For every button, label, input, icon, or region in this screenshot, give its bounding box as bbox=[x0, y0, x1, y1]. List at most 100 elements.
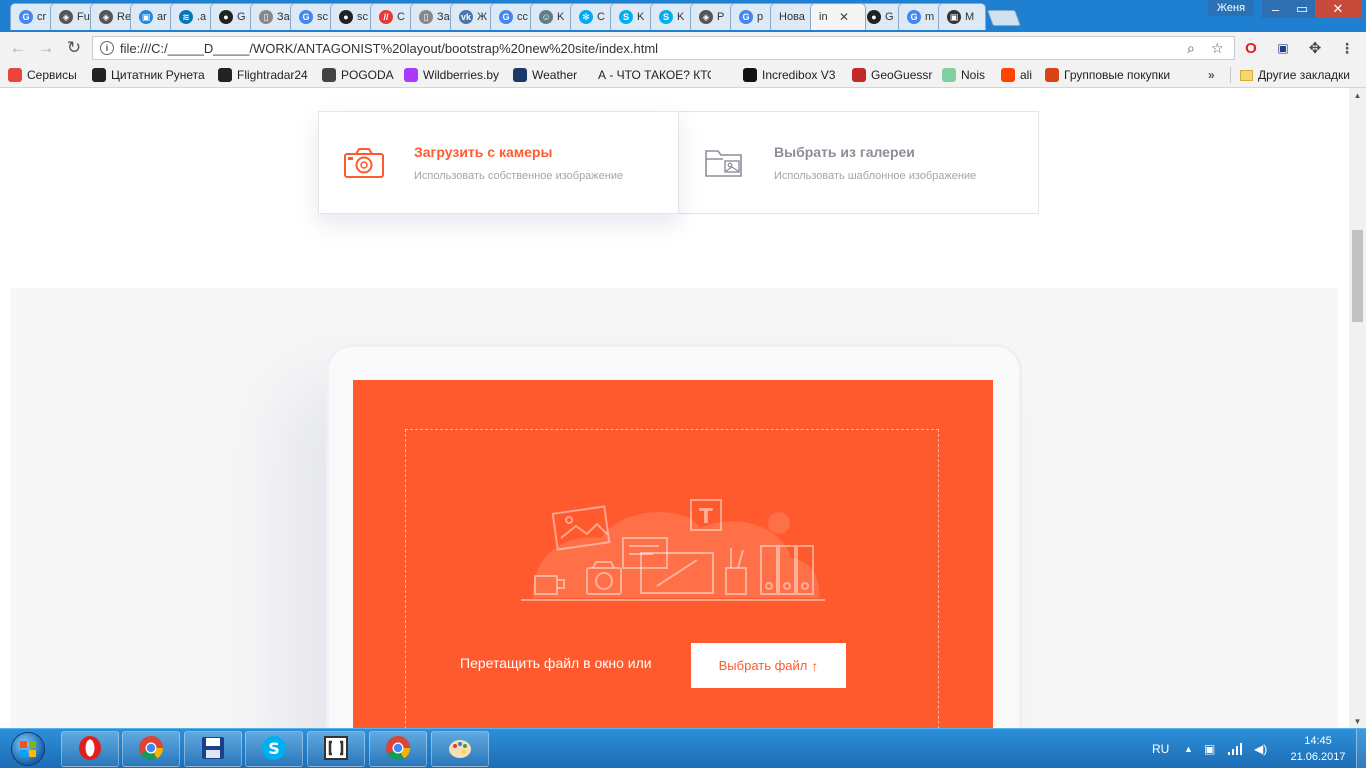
bookmark-item[interactable]: Incredibox V3 bbox=[743, 68, 835, 82]
bookmarks-divider bbox=[1230, 67, 1231, 83]
taskbar-app-bracket[interactable] bbox=[307, 731, 365, 767]
bookmark-label: А - ЧТО ТАКОЕ? КТО bbox=[598, 68, 711, 82]
new-tab-button[interactable] bbox=[987, 10, 1021, 26]
vk-icon: vk bbox=[459, 10, 473, 24]
taskbar-app-opera[interactable] bbox=[61, 731, 119, 767]
start-button[interactable] bbox=[3, 730, 53, 768]
taskbar-app-chrome[interactable] bbox=[369, 731, 427, 767]
back-button[interactable]: ← bbox=[8, 38, 28, 58]
codepen-icon: ◈ bbox=[99, 10, 113, 24]
clock-time: 14:45 bbox=[1304, 735, 1332, 747]
document-icon: ▯ bbox=[259, 10, 273, 24]
document-icon: ▯ bbox=[419, 10, 433, 24]
taskbar-app-skype[interactable]: S bbox=[245, 731, 303, 767]
taskbar-app-chrome[interactable] bbox=[122, 731, 180, 767]
arrow-left-icon: ← bbox=[9, 38, 27, 57]
camera-icon bbox=[344, 148, 384, 178]
minimize-button[interactable]: – bbox=[1262, 0, 1289, 18]
move-extension-icon[interactable]: ✥ bbox=[1306, 40, 1324, 57]
scroll-up-arrow-icon[interactable]: ▲ bbox=[1349, 88, 1366, 102]
option-gallery-card[interactable]: Выбрать из галереи Использовать шаблонно… bbox=[678, 111, 1039, 214]
google-icon: G bbox=[19, 10, 33, 24]
page-scrollbar[interactable]: ▲ ▼ bbox=[1349, 88, 1366, 728]
address-url[interactable]: file:///C:/_____D_____/WORK/ANTAGONIST%2… bbox=[120, 41, 658, 56]
profile-button[interactable]: Женя bbox=[1208, 0, 1254, 16]
close-window-button[interactable]: ✕ bbox=[1315, 0, 1361, 18]
forward-button[interactable]: → bbox=[36, 38, 56, 58]
tray-device-icon[interactable]: ▣ bbox=[1204, 729, 1215, 768]
language-indicator[interactable]: RU bbox=[1152, 729, 1169, 768]
image-icon: ▣ bbox=[947, 10, 961, 24]
tab-list: Gcr ◈ Fu ◈ Re ▣ ar ≋ .a ● G ▯ За Gsc ● sc//C ▯ За vk Ж Gcc ☺ K… bbox=[10, 3, 1021, 32]
show-desktop-button[interactable] bbox=[1356, 729, 1366, 768]
palette-icon bbox=[447, 735, 473, 764]
zoom-search-icon[interactable]: ⌕ bbox=[1187, 40, 1195, 57]
tab-label: in bbox=[819, 11, 828, 23]
bookmark-item[interactable]: ali bbox=[1001, 68, 1032, 82]
upload-arrow-icon: ↑ bbox=[811, 657, 819, 674]
taskbar-app-save[interactable] bbox=[184, 731, 242, 767]
bookmark-label: ali bbox=[1020, 68, 1033, 82]
profile-name: Женя bbox=[1216, 2, 1246, 14]
bookmark-label: Цитатник Рунета bbox=[111, 68, 205, 82]
apps-icon bbox=[8, 68, 22, 82]
tray-expand-icon[interactable]: ▲ bbox=[1184, 729, 1193, 768]
browser-tab[interactable]: ▣ M bbox=[938, 3, 986, 30]
language-label: RU bbox=[1152, 742, 1170, 756]
network-signal-icon[interactable] bbox=[1228, 729, 1242, 768]
option-gallery-title: Выбрать из галереи bbox=[774, 144, 915, 160]
opera-extension-icon[interactable]: O bbox=[1242, 40, 1260, 57]
chrome-icon bbox=[385, 735, 411, 764]
bookmark-item[interactable]: Weather bbox=[513, 68, 577, 82]
reload-icon: ↻ bbox=[66, 38, 82, 57]
github-icon: ● bbox=[339, 10, 353, 24]
google-icon: G bbox=[299, 10, 313, 24]
folder-icon bbox=[1240, 69, 1253, 81]
bookmark-item[interactable]: Wildberries.by bbox=[404, 68, 499, 82]
skype-icon: S bbox=[659, 10, 673, 24]
address-bar[interactable]: i file:///C:/_____D_____/WORK/ANTAGONIST… bbox=[92, 36, 1235, 60]
bookmark-item[interactable]: GeoGuessr bbox=[852, 68, 932, 82]
bookmark-item[interactable]: Цитатник Рунета bbox=[92, 68, 205, 82]
bookmark-label: Incredibox V3 bbox=[762, 68, 836, 82]
bookmark-item[interactable]: Групповые покупки bbox=[1045, 68, 1200, 82]
system-clock[interactable]: 14:45 21.06.2017 bbox=[1287, 733, 1349, 765]
bookmark-label: Групповые покупки bbox=[1064, 68, 1171, 82]
bookmark-item[interactable]: POGODA bbox=[322, 68, 394, 82]
more-bookmarks-button[interactable]: » bbox=[1208, 68, 1215, 82]
bookmark-item[interactable]: Nois bbox=[942, 68, 985, 82]
scroll-down-arrow-icon[interactable]: ▼ bbox=[1349, 714, 1366, 728]
github-icon: ● bbox=[867, 10, 881, 24]
info-icon[interactable]: i bbox=[100, 41, 114, 55]
browser-tab-strip: Gcr ◈ Fu ◈ Re ▣ ar ≋ .a ● G ▯ За Gsc ● sc//C ▯ За vk Ж Gcc ☺ K… bbox=[0, 0, 1366, 32]
taskbar-app-paint[interactable] bbox=[431, 731, 489, 767]
close-tab-icon[interactable]: ✕ bbox=[839, 10, 849, 24]
skype-icon: S bbox=[261, 735, 287, 764]
maximize-button[interactable]: ▭ bbox=[1289, 0, 1315, 18]
other-bookmarks-folder[interactable]: Другие закладки bbox=[1240, 68, 1350, 82]
scrollbar-thumb[interactable] bbox=[1352, 230, 1363, 322]
workspace-illustration: T bbox=[521, 499, 825, 601]
tab-active[interactable]: in ✕ bbox=[810, 3, 866, 30]
wave-icon: ≋ bbox=[179, 10, 193, 24]
noise-icon bbox=[942, 68, 956, 82]
dropzone[interactable]: T Перетащить файл в окно или Выбрать фай… bbox=[405, 429, 939, 728]
google-icon: G bbox=[499, 10, 513, 24]
upload-panel: T Перетащить файл в окно или Выбрать фай… bbox=[353, 380, 993, 728]
bookmark-label: Wildberries.by bbox=[423, 68, 500, 82]
menu-icon[interactable]: ⋮ bbox=[1338, 40, 1356, 56]
bookmark-star-icon[interactable]: ☆ bbox=[1211, 40, 1224, 57]
bookmark-item[interactable]: Сервисы bbox=[8, 68, 77, 82]
user-icon: ☺ bbox=[539, 10, 553, 24]
screen-extension-icon[interactable]: ▣ bbox=[1274, 40, 1292, 56]
other-bookmarks-label: Другие закладки bbox=[1258, 68, 1350, 82]
wildberries-icon bbox=[404, 68, 418, 82]
option-camera-card[interactable]: Загрузить с камеры Использовать собствен… bbox=[318, 111, 679, 214]
reload-button[interactable]: ↻ bbox=[64, 38, 84, 58]
bookmark-item[interactable]: А - ЧТО ТАКОЕ? КТО bbox=[593, 68, 711, 82]
choose-file-button[interactable]: Выбрать файл ↑ bbox=[691, 643, 846, 688]
bookmark-item[interactable]: Flightradar24 bbox=[218, 68, 308, 82]
browser-toolbar: ← → ↻ i file:///C:/_____D_____/WORK/ANTA… bbox=[0, 32, 1366, 63]
image-icon: ▣ bbox=[139, 10, 153, 24]
volume-icon[interactable]: ◀) bbox=[1254, 729, 1267, 768]
